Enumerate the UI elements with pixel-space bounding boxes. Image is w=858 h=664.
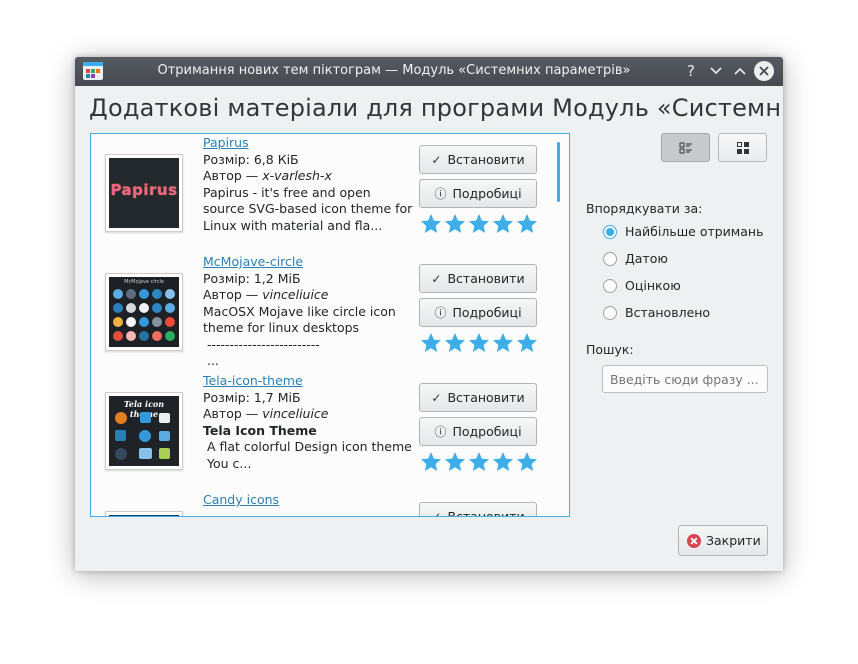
install-button[interactable]: ✓ Встановити <box>419 264 537 293</box>
item-description: Papirus - it's free and open source SVG-… <box>203 184 417 233</box>
star-icon <box>469 214 489 233</box>
item-description-title: Tela Icon Theme <box>203 422 317 438</box>
sort-option-label: Оцінкою <box>625 278 681 293</box>
radio-button[interactable] <box>603 225 617 239</box>
star-icon <box>421 333 441 352</box>
star-icon <box>469 333 489 352</box>
star-icon <box>445 452 465 471</box>
close-icon <box>759 66 769 76</box>
list-item[interactable]: Tela icon theme Tela-icon-theme Розмір: … <box>91 372 551 491</box>
star-icon <box>445 333 465 352</box>
details-button[interactable]: ⓘ Подробиці <box>419 417 537 446</box>
list-item[interactable]: Candy icons ✓ Встановити <box>91 491 551 517</box>
title-bar[interactable]: Отримання нових тем піктограм — Модуль «… <box>75 57 783 86</box>
list-view-button[interactable] <box>661 133 710 162</box>
star-icon <box>517 214 537 233</box>
item-name-link[interactable]: Papirus <box>203 135 413 152</box>
thumbnail-caption: McMojave circle <box>124 279 164 285</box>
install-button[interactable]: ✓ Встановити <box>419 383 537 412</box>
install-button[interactable]: ✓ Встановити <box>419 502 537 517</box>
star-icon <box>421 452 441 471</box>
sort-option-label: Встановлено <box>625 305 711 320</box>
rating-stars <box>419 331 539 355</box>
item-author: Автор — vinceliuice <box>203 287 329 302</box>
help-button[interactable]: ? <box>681 61 701 81</box>
rating-stars <box>419 212 539 236</box>
grid-view-icon <box>737 142 749 154</box>
rating-stars <box>419 450 539 474</box>
list-item[interactable]: McMojave circle McMojave-circle Розмір: … <box>91 253 551 372</box>
minimize-button[interactable] <box>706 61 726 81</box>
item-author: Автор — x-varlesh-x <box>203 168 332 183</box>
checkmark-icon: ✓ <box>431 272 442 286</box>
star-icon <box>445 214 465 233</box>
item-size: Розмір: 1,2 МіБ <box>203 270 301 286</box>
sort-option-label: Датою <box>625 251 668 266</box>
icon-grid-preview <box>113 289 175 341</box>
item-name-link[interactable]: McMojave-circle <box>203 254 413 271</box>
materials-list[interactable]: Papirus Papirus Розмір: 6,8 КіБ Автор — … <box>90 133 570 517</box>
close-button[interactable]: Закрити <box>678 525 768 556</box>
info-icon: ⓘ <box>434 306 447 320</box>
star-icon <box>421 214 441 233</box>
sort-option-label: Найбільше отримань <box>625 224 764 239</box>
info-icon: ⓘ <box>434 425 447 439</box>
search-input[interactable] <box>602 365 768 393</box>
radio-button[interactable] <box>603 252 617 266</box>
chevron-down-icon <box>710 67 722 75</box>
papirus-logo: Papirus <box>110 181 178 199</box>
app-icon <box>83 62 103 80</box>
radio-button[interactable] <box>603 306 617 320</box>
item-thumbnail[interactable]: McMojave circle <box>105 273 183 351</box>
chevron-up-icon <box>734 67 746 75</box>
icon-grid-preview <box>115 412 170 460</box>
item-thumbnail[interactable] <box>105 511 183 516</box>
item-name-link[interactable]: Candy icons <box>203 492 413 509</box>
grid-view-button[interactable] <box>718 133 767 162</box>
info-icon: ⓘ <box>434 187 447 201</box>
list-item[interactable]: Papirus Papirus Розмір: 6,8 КіБ Автор — … <box>91 134 551 253</box>
item-size: Розмір: 1,7 МіБ <box>203 389 301 405</box>
checkmark-icon: ✓ <box>431 391 442 405</box>
list-scrollbar[interactable] <box>557 142 560 202</box>
maximize-button[interactable] <box>730 61 750 81</box>
star-icon <box>517 333 537 352</box>
close-circle-icon <box>687 534 701 548</box>
item-description: MacOSX Mojave like circle icon theme for… <box>203 303 396 369</box>
search-label: Пошук: <box>586 342 634 357</box>
star-icon <box>493 452 513 471</box>
item-size: Розмір: 6,8 КіБ <box>203 151 299 167</box>
window-title: Отримання нових тем піктограм — Модуль «… <box>157 63 631 78</box>
item-thumbnail[interactable]: Tela icon theme <box>105 392 183 470</box>
item-name-link[interactable]: Tela-icon-theme <box>203 373 413 390</box>
star-icon <box>493 214 513 233</box>
install-button[interactable]: ✓ Встановити <box>419 145 537 174</box>
page-title: Додаткові матеріали для програми Модуль … <box>89 94 779 122</box>
star-icon <box>517 452 537 471</box>
dialog-window: Отримання нових тем піктограм — Модуль «… <box>75 57 783 571</box>
checkmark-icon: ✓ <box>431 153 442 167</box>
sort-label: Впорядкувати за: <box>586 201 703 216</box>
list-view-icon <box>679 142 692 154</box>
checkmark-icon: ✓ <box>431 510 442 517</box>
star-icon <box>469 452 489 471</box>
star-icon <box>493 333 513 352</box>
item-description: A flat colorful Design icon theme You c.… <box>206 439 412 471</box>
window-close-button[interactable] <box>754 61 774 81</box>
radio-button[interactable] <box>603 279 617 293</box>
item-thumbnail[interactable]: Papirus <box>105 154 183 232</box>
details-button[interactable]: ⓘ Подробиці <box>419 179 537 208</box>
details-button[interactable]: ⓘ Подробиці <box>419 298 537 327</box>
item-author: Автор — vinceliuice <box>203 406 329 421</box>
